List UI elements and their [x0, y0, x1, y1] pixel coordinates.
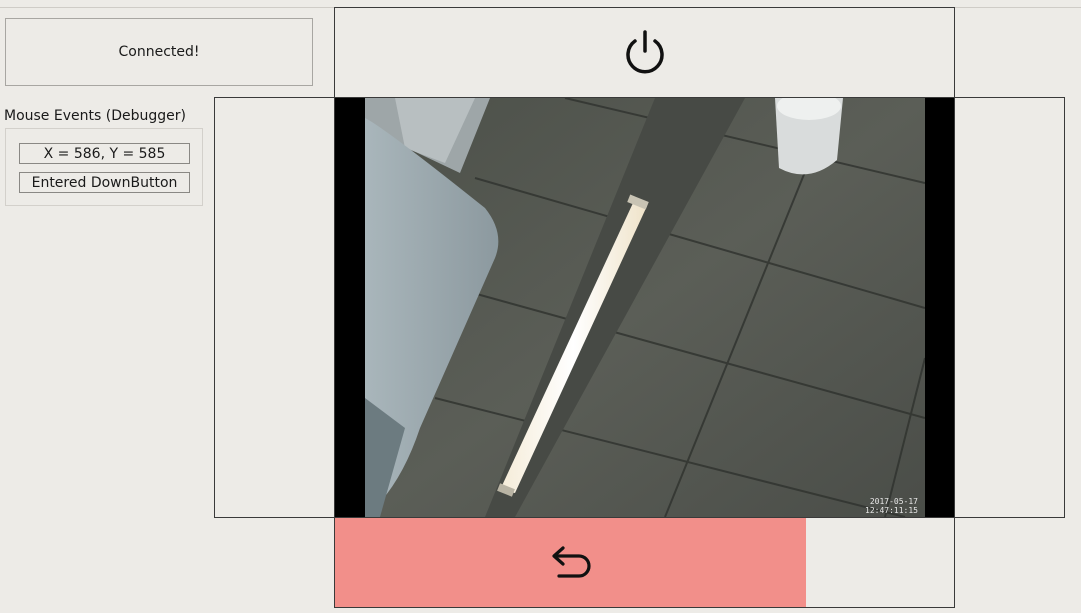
video-timestamp-date: 2017-05-17 — [869, 497, 918, 506]
video-timestamp-time: 12:47:11:15 — [865, 506, 918, 515]
connection-status-label: Connected! — [118, 44, 200, 60]
camera-view: 2017-05-17 12:47:11:15 — [334, 97, 955, 518]
down-button[interactable] — [335, 518, 806, 607]
mouse-coordinates-field: X = 586, Y = 585 — [19, 143, 190, 164]
power-button[interactable] — [334, 7, 955, 98]
video-timestamp: 2017-05-17 12:47:11:15 — [865, 497, 918, 515]
debugger-title: Mouse Events (Debugger) — [4, 108, 186, 124]
connection-status: Connected! — [5, 18, 313, 86]
camera-feed-image — [365, 98, 925, 517]
return-arrow-icon — [551, 545, 591, 578]
debugger-group: X = 586, Y = 585 Entered DownButton — [5, 128, 203, 206]
bottom-button-panel — [334, 517, 955, 608]
mouse-event-field: Entered DownButton — [19, 172, 190, 193]
power-icon — [625, 29, 664, 73]
